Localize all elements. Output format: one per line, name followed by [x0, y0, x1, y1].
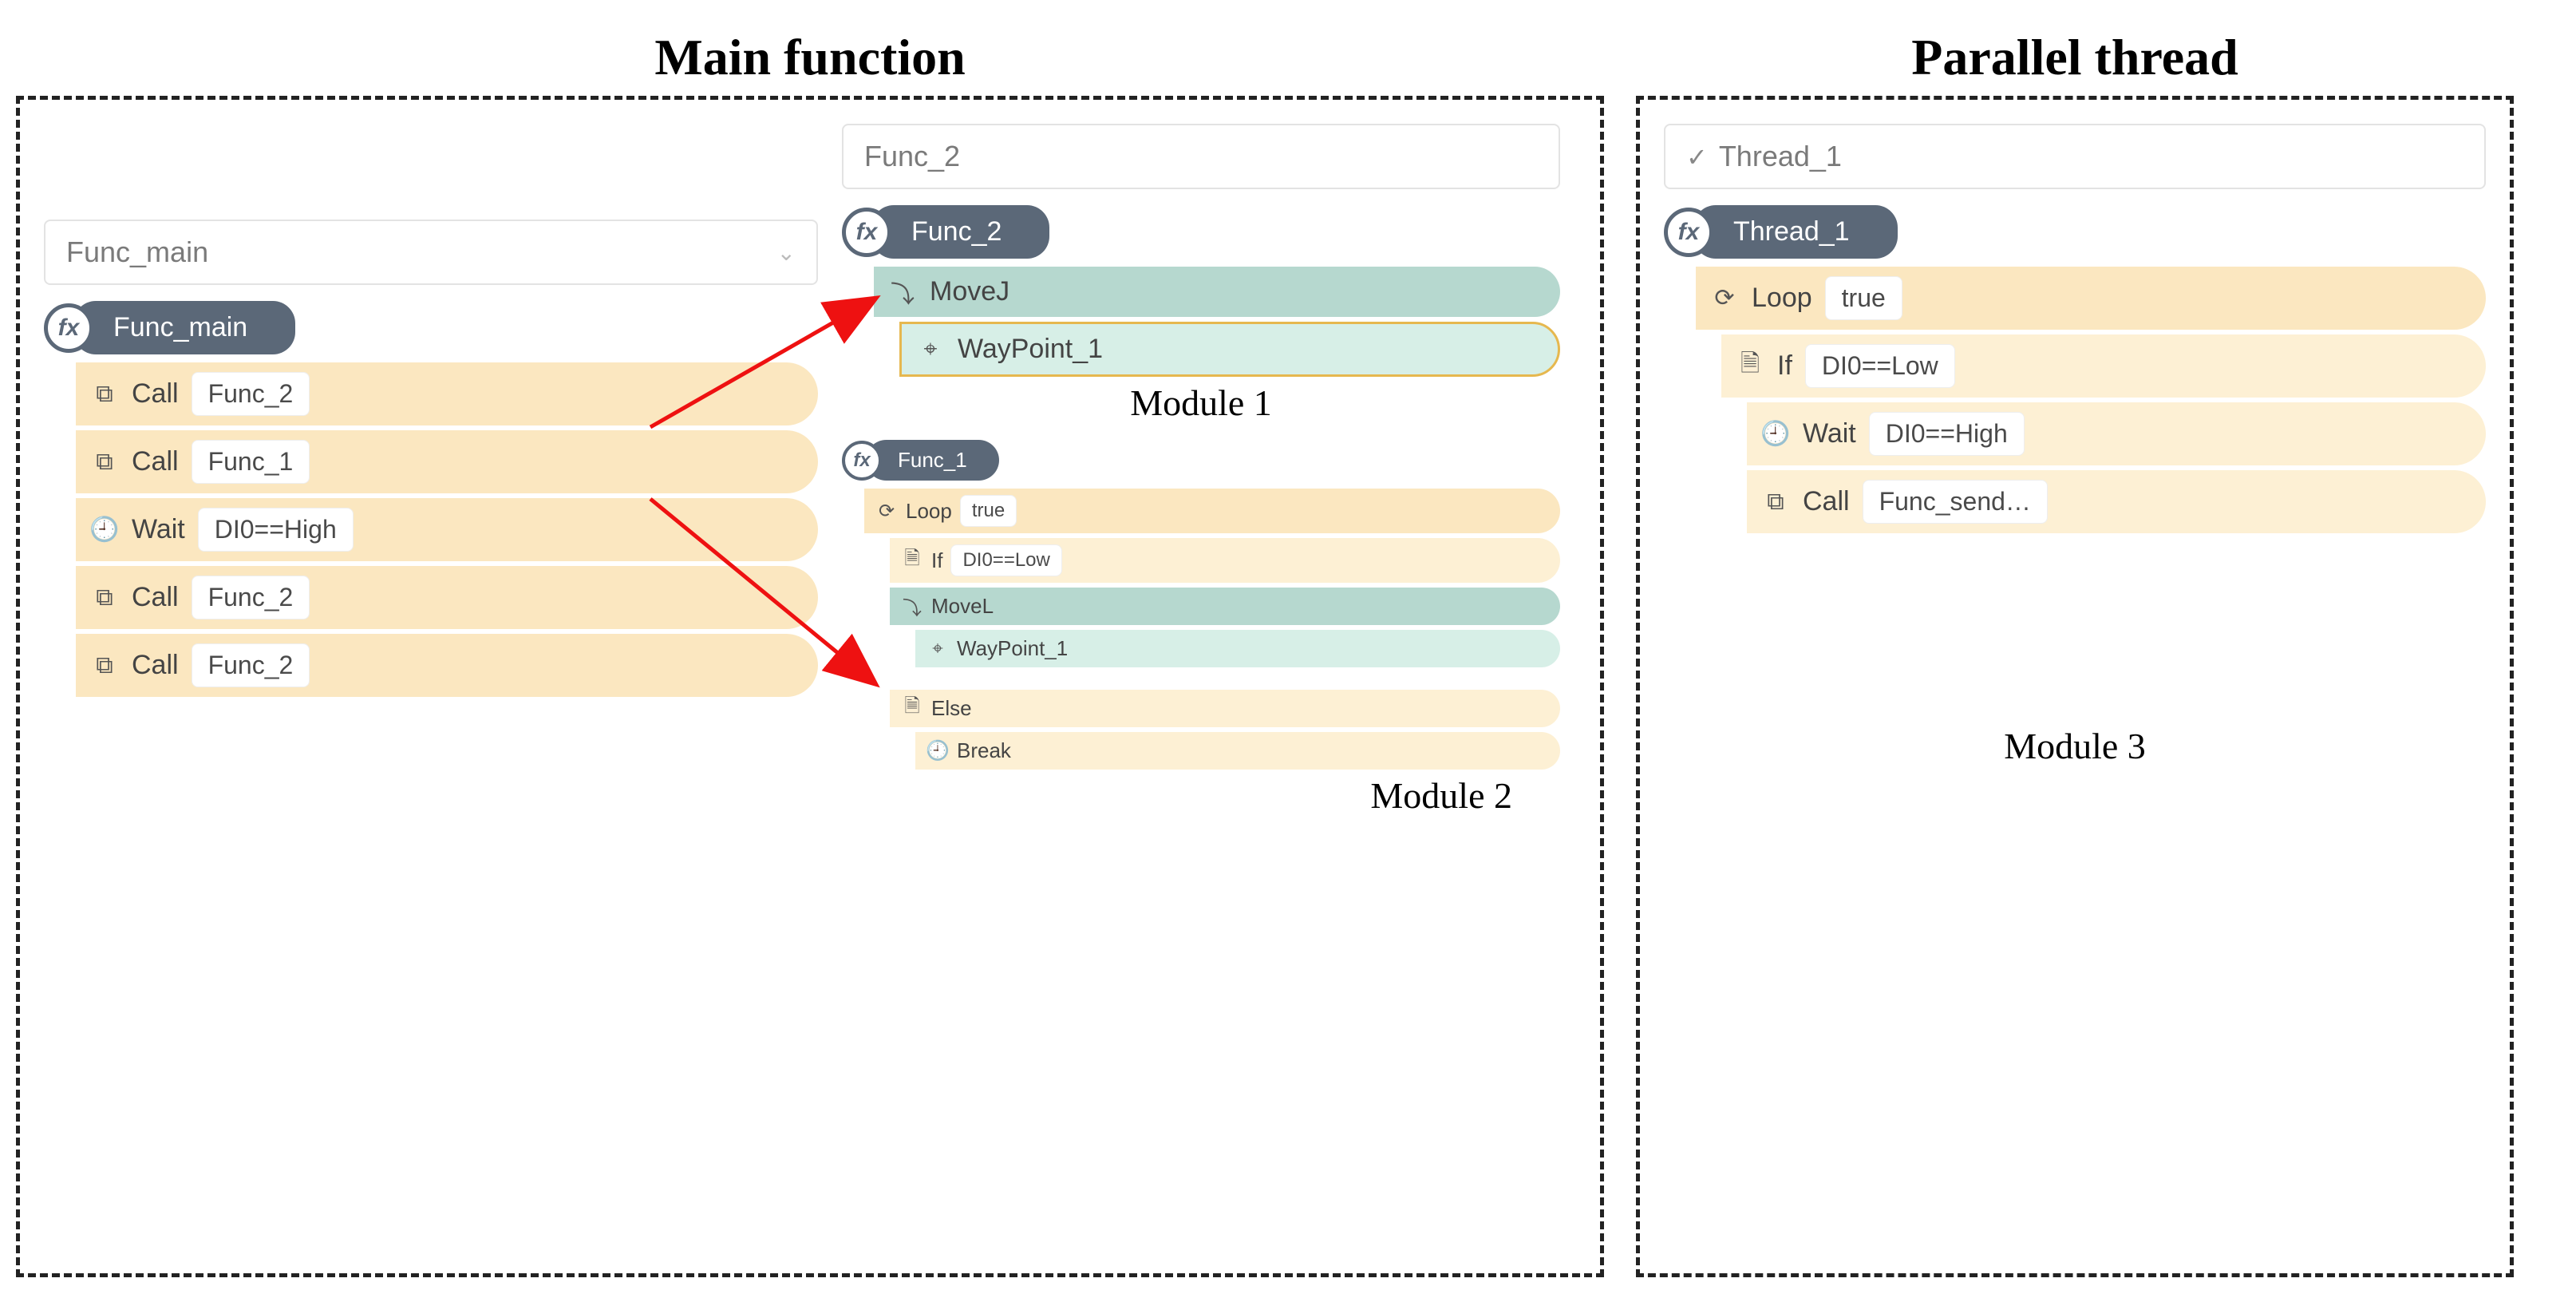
selector-label: Func_main [66, 235, 208, 269]
main-panel: Main function Func_main ⌄ fx Func_main ⧉… [16, 96, 1604, 1277]
call-row[interactable]: ⧉ Call Func_2 [76, 634, 818, 697]
row-pill: Func_1 [192, 440, 310, 484]
row-label: Wait [1803, 418, 1856, 449]
fx-label: Thread_1 [1693, 205, 1898, 259]
modules-column: Func_2 fx Func_2 ⤵ MoveJ ⌖ WayPoint_1 [842, 124, 1560, 1257]
row-label: MoveJ [930, 276, 1009, 307]
func-main-body: ⧉ Call Func_2 ⧉ Call Func_1 🕘 Wait DI0==… [76, 362, 818, 697]
pin-icon: ⌖ [926, 638, 949, 660]
route-icon: ⤵ [901, 596, 923, 618]
link-icon: ⧉ [90, 380, 119, 409]
fx-icon: fx [1664, 208, 1713, 257]
thread-panel: Parallel thread ✓Thread_1 fx Thread_1 ⟳ … [1636, 96, 2514, 1277]
module-2: fx Func_1 ⟳ Loop true 🗎 If DI0==Low [842, 440, 1560, 817]
loop-row[interactable]: ⟳ Loop true [864, 489, 1560, 533]
row-label: Else [931, 696, 972, 721]
pin-icon: ⌖ [916, 335, 945, 364]
if-row[interactable]: 🗎 If DI0==Low [1721, 334, 2486, 398]
route-icon: ⤵ [888, 278, 917, 307]
link-icon: ⧉ [1761, 488, 1790, 516]
row-label: Call [132, 582, 179, 613]
thread-header: fx Thread_1 [1664, 205, 2486, 259]
waypoint-row[interactable]: ⌖ WayPoint_1 [899, 322, 1560, 377]
fx-icon: fx [842, 208, 891, 257]
call-row[interactable]: ⧉ Call Func_send… [1747, 470, 2486, 533]
row-pill: DI0==Low [950, 544, 1061, 576]
row-pill: Func_2 [192, 576, 310, 619]
func2-header: fx Func_2 [842, 205, 1560, 259]
row-label: If [1777, 350, 1792, 382]
row-pill: Func_2 [192, 372, 310, 416]
break-row[interactable]: 🕘 Break [915, 732, 1560, 770]
row-label: Call [132, 378, 179, 410]
fx-icon: fx [44, 303, 93, 353]
doc-icon: 🗎 [901, 698, 923, 720]
call-row[interactable]: ⧉ Call Func_2 [76, 566, 818, 629]
movej-row[interactable]: ⤵ MoveJ [874, 267, 1560, 317]
if-row[interactable]: 🗎 If DI0==Low [890, 538, 1560, 583]
call-row[interactable]: ⧉ Call Func_2 [76, 362, 818, 425]
row-label: Break [957, 738, 1011, 763]
fx-label: Func_1 [866, 440, 999, 481]
row-pill: true [960, 495, 1017, 527]
module-1-caption: Module 1 [842, 382, 1560, 424]
func2-body: ⤵ MoveJ ⌖ WayPoint_1 [874, 267, 1560, 377]
row-label: Call [1803, 486, 1850, 517]
row-pill: DI0==Low [1805, 344, 1955, 388]
clock-icon: 🕘 [90, 516, 119, 544]
func-main-header: fx Func_main [44, 301, 818, 354]
thread-column: ✓Thread_1 fx Thread_1 ⟳ Loop true 🗎 If D… [1664, 124, 2486, 767]
row-label: Call [132, 650, 179, 681]
func1-body: ⟳ Loop true 🗎 If DI0==Low ⤵ MoveL [864, 489, 1560, 770]
row-pill: true [1825, 276, 1902, 320]
row-label: Call [132, 446, 179, 477]
row-label: Loop [1752, 283, 1812, 314]
selector-label: ✓Thread_1 [1686, 140, 1842, 173]
doc-icon: 🗎 [1736, 352, 1764, 381]
link-icon: ⧉ [90, 448, 119, 477]
fx-label: Func_2 [871, 205, 1049, 259]
row-pill: DI0==High [1869, 412, 2025, 456]
row-pill: DI0==High [198, 508, 354, 552]
func2-selector[interactable]: Func_2 [842, 124, 1560, 189]
func-main-column: Func_main ⌄ fx Func_main ⧉ Call Func_2 ⧉ [44, 124, 818, 1257]
module-1: Func_2 fx Func_2 ⤵ MoveJ ⌖ WayPoint_1 [842, 124, 1560, 424]
module-3-caption: Module 3 [1664, 725, 2486, 767]
loop-icon: ⟳ [1710, 284, 1739, 313]
row-label: Loop [906, 499, 952, 524]
main-title: Main function [654, 28, 965, 87]
row-label: If [931, 548, 942, 573]
clock-icon: 🕘 [1761, 420, 1790, 449]
doc-icon: 🗎 [901, 549, 923, 572]
waypoint-row[interactable]: ⌖ WayPoint_1 [915, 630, 1560, 667]
module-2-caption: Module 2 [842, 774, 1560, 817]
row-label: Wait [132, 514, 185, 545]
fx-label: Func_main [73, 301, 295, 354]
check-icon: ✓ [1686, 143, 1708, 172]
fx-icon: fx [842, 441, 882, 481]
chevron-down-icon: ⌄ [777, 239, 796, 266]
func1-header: fx Func_1 [842, 440, 1560, 481]
row-pill: Func_send… [1863, 480, 2048, 524]
func-main-selector[interactable]: Func_main ⌄ [44, 220, 818, 285]
loop-icon: ⟳ [875, 500, 898, 522]
wait-row[interactable]: 🕘 Wait DI0==High [1747, 402, 2486, 465]
row-label: WayPoint_1 [958, 334, 1103, 365]
row-pill: Func_2 [192, 643, 310, 687]
link-icon: ⧉ [90, 651, 119, 680]
link-icon: ⧉ [90, 584, 119, 612]
row-label: WayPoint_1 [957, 636, 1068, 661]
wait-row[interactable]: 🕘 Wait DI0==High [76, 498, 818, 561]
selector-label: Func_2 [864, 140, 960, 173]
else-row[interactable]: 🗎 Else [890, 690, 1560, 727]
movel-row[interactable]: ⤵ MoveL [890, 588, 1560, 625]
thread-title: Parallel thread [1911, 28, 2238, 87]
loop-row[interactable]: ⟳ Loop true [1696, 267, 2486, 330]
clock-icon: 🕘 [926, 740, 949, 762]
thread-selector[interactable]: ✓Thread_1 [1664, 124, 2486, 189]
thread-body: ⟳ Loop true 🗎 If DI0==Low 🕘 Wait DI0==Hi… [1696, 267, 2486, 533]
row-label: MoveL [931, 594, 994, 619]
call-row[interactable]: ⧉ Call Func_1 [76, 430, 818, 493]
